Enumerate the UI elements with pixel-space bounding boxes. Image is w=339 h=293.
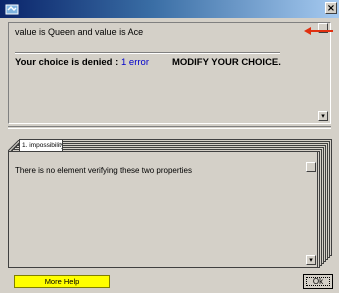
bottom-scrollbar[interactable]: ▾ bbox=[306, 162, 316, 267]
error-count-link[interactable]: 1 error bbox=[121, 57, 149, 68]
scroll-down-button[interactable]: ▾ bbox=[318, 111, 328, 121]
separator bbox=[15, 52, 280, 54]
tab-impossibility[interactable]: 1. impossibility bbox=[19, 139, 63, 151]
splitter[interactable] bbox=[8, 126, 331, 129]
title-bar: × bbox=[0, 0, 339, 18]
result-panel: value is Queen and value is Ace Your cho… bbox=[8, 22, 331, 124]
value-description: value is Queen and value is Ace bbox=[15, 27, 144, 37]
top-scrollbar[interactable]: ▾ bbox=[318, 23, 328, 123]
more-help-button[interactable]: More Help bbox=[14, 275, 110, 288]
scroll-up-button[interactable] bbox=[306, 162, 316, 172]
modify-choice-label: MODIFY YOUR CHOICE. bbox=[172, 57, 281, 68]
scroll-down-button[interactable]: ▾ bbox=[306, 255, 316, 265]
explanation-panel: There is no element verifying these two … bbox=[8, 151, 318, 268]
app-icon bbox=[5, 4, 19, 15]
ok-button[interactable]: Ok bbox=[303, 274, 333, 289]
red-arrow-icon bbox=[304, 27, 333, 35]
close-button[interactable]: × bbox=[325, 2, 337, 14]
denied-label: Your choice is denied : bbox=[15, 57, 119, 68]
close-icon: × bbox=[326, 3, 336, 14]
explanation-message: There is no element verifying these two … bbox=[15, 166, 192, 175]
